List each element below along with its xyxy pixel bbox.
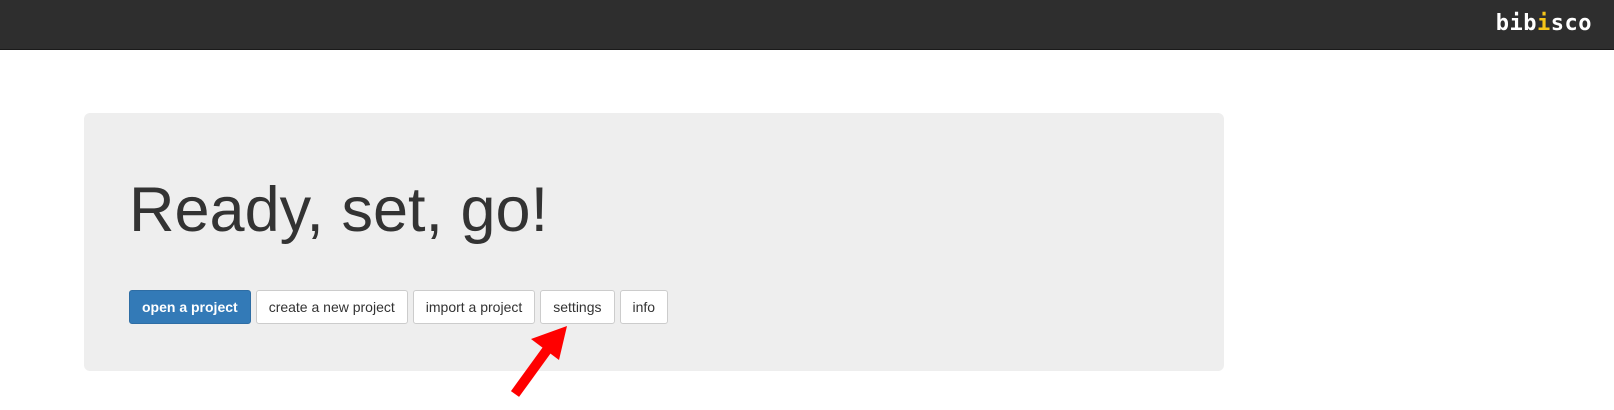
top-navbar: bib i sco bbox=[0, 0, 1614, 50]
brand-logo[interactable]: bib i sco bbox=[1496, 11, 1592, 36]
brand-logo-accent: i bbox=[1537, 11, 1551, 36]
info-button[interactable]: info bbox=[619, 290, 669, 324]
action-button-group: open a project create a new project impo… bbox=[129, 290, 669, 324]
import-project-button[interactable]: import a project bbox=[412, 290, 536, 324]
brand-logo-part-2: sco bbox=[1550, 11, 1592, 36]
welcome-panel: Ready, set, go! open a project create a … bbox=[84, 113, 1224, 371]
page-title: Ready, set, go! bbox=[129, 175, 549, 245]
open-project-button[interactable]: open a project bbox=[129, 290, 251, 324]
create-new-project-button[interactable]: create a new project bbox=[255, 290, 408, 324]
brand-logo-part-1: bib bbox=[1495, 11, 1537, 36]
settings-button[interactable]: settings bbox=[540, 290, 615, 324]
